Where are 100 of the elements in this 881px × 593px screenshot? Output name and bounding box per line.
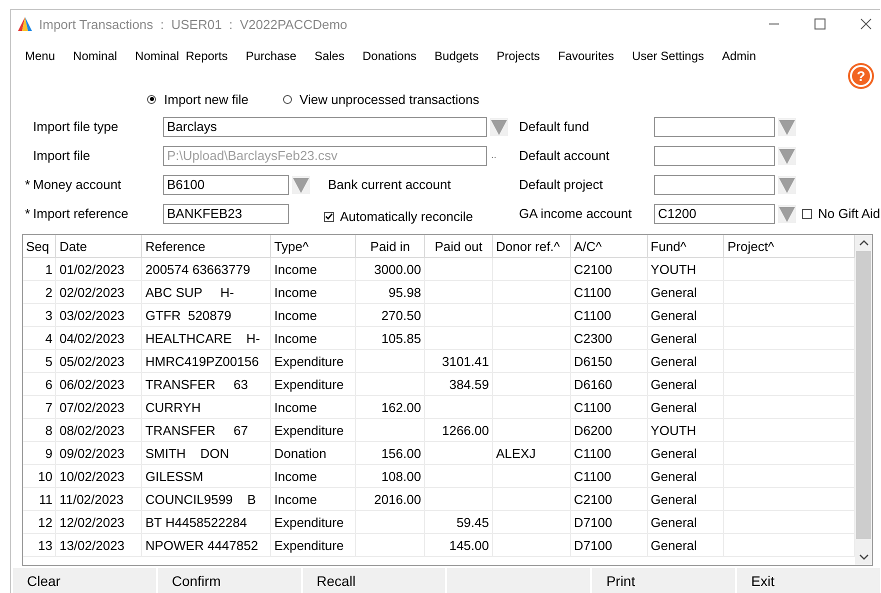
table-cell: 12 (38, 514, 52, 530)
table-cell: HEALTHCARE H- (145, 330, 260, 346)
dropdown-arrow-icon[interactable] (778, 118, 796, 136)
menu-item[interactable]: Nominal Reports (135, 49, 228, 63)
dropdown-field[interactable]: B6100 (163, 174, 289, 194)
action-button[interactable]: Exit (737, 568, 880, 593)
window-title: Import Transactions : USER01 : V2022PACCDemo (39, 16, 348, 32)
table-cell: 1266.00 (442, 422, 489, 438)
menu-item[interactable]: Projects (496, 49, 540, 63)
table-cell: C1100 (574, 400, 612, 414)
menu-item[interactable]: Favourites (558, 49, 614, 63)
action-button[interactable]: Confirm (158, 568, 301, 593)
table-cell: GILESSM (145, 468, 204, 484)
table-cell: 270.50 (381, 308, 422, 322)
table-cell: General (650, 514, 697, 530)
action-button[interactable]: Recall (302, 568, 446, 593)
menu-item[interactable]: User Settings (632, 49, 704, 63)
field-label: Default account (519, 148, 610, 163)
table-cell: Expenditure (274, 538, 344, 552)
table-cell: General (650, 538, 697, 552)
close-icon[interactable] (860, 18, 872, 30)
action-button[interactable]: Clear (13, 568, 156, 593)
table-cell: HMRC419PZ00156 (145, 354, 259, 368)
action-button[interactable]: Print (592, 568, 736, 593)
table-cell: Income (274, 400, 317, 414)
checkmark-icon (325, 212, 333, 221)
table-cell: General (650, 446, 697, 460)
menu-item[interactable]: Donations (362, 49, 417, 63)
menu-item[interactable]: Nominal (73, 49, 118, 63)
table-cell: 59.45 (456, 514, 489, 530)
table-cell: 03/02/2023 (59, 308, 125, 322)
dropdown-field[interactable] (654, 116, 775, 136)
table-cell: C1100 (574, 468, 612, 484)
table-cell: 145.00 (449, 538, 489, 552)
column-header[interactable]: Fund^ (647, 235, 724, 258)
table-cell: C1100 (574, 308, 612, 322)
dropdown-field[interactable] (654, 174, 775, 194)
dropdown-arrow-icon[interactable] (292, 176, 310, 194)
field-label: Import reference (33, 206, 128, 221)
table-cell: 95.98 (388, 284, 422, 300)
column-header[interactable]: Donor ref.^ (492, 235, 570, 258)
field-label: Money account (33, 177, 122, 192)
dropdown-field[interactable]: Barclays (163, 116, 487, 136)
scrollbar[interactable] (855, 235, 872, 565)
table-cell: D6160 (574, 376, 612, 392)
table-cell: Income (274, 330, 317, 346)
table-cell: D7100 (574, 538, 612, 552)
table-cell: General (650, 468, 697, 484)
table-cell: 3000.00 (374, 262, 422, 276)
table-cell: 2016.00 (374, 492, 422, 506)
column-header[interactable]: Date (56, 235, 142, 258)
table-cell: TRANSFER 63 (145, 376, 248, 392)
dropdown-arrow-icon[interactable] (778, 146, 796, 164)
dropdown-arrow-icon[interactable] (778, 176, 796, 194)
scroll-down-icon[interactable] (858, 553, 868, 561)
table-cell: D6200 (574, 422, 612, 438)
menu-item[interactable]: Budgets (434, 49, 479, 63)
column-header[interactable]: Type^ (270, 235, 356, 258)
column-header[interactable]: Seq (23, 235, 56, 258)
menu-item[interactable]: Purchase (246, 49, 296, 63)
table-cell: Expenditure (274, 514, 344, 530)
table-cell: C2300 (574, 330, 612, 346)
dropdown-arrow-icon[interactable] (490, 118, 508, 136)
table-cell: Income (274, 262, 317, 276)
table-cell: ALEXJ (496, 446, 536, 460)
table-cell: 105.85 (381, 330, 422, 346)
table-cell: 7 (45, 400, 52, 414)
radio-option[interactable]: View unprocessed transactions (282, 92, 480, 106)
table-cell: General (650, 330, 697, 346)
text-field[interactable]: BANKFEB23 (163, 204, 289, 224)
checkbox-option[interactable]: Automatically reconcile (324, 209, 473, 224)
table-cell: 09/02/2023 (59, 446, 125, 460)
table-cell: General (650, 492, 697, 506)
radio-option[interactable]: Import new file (147, 92, 249, 106)
column-header[interactable]: Project^ (724, 235, 854, 258)
dropdown-field[interactable]: C1200 (654, 204, 775, 224)
table-cell: COUNCIL9599 B (145, 492, 256, 506)
table-cell: GTFR 520879 (145, 308, 232, 322)
column-header[interactable]: Paid out (424, 235, 492, 258)
column-header[interactable]: A/C^ (570, 235, 648, 258)
dropdown-arrow-icon[interactable] (778, 204, 796, 222)
dropdown-field[interactable] (654, 146, 775, 166)
menu-item[interactable]: Sales (314, 49, 344, 63)
checkbox-option[interactable]: No Gift Aid (802, 206, 880, 221)
menu-item[interactable]: Admin (722, 49, 756, 63)
maximize-icon[interactable] (814, 18, 826, 30)
field-label: Import file type (33, 119, 118, 134)
scroll-up-icon[interactable] (858, 239, 868, 247)
column-header[interactable]: Reference (142, 235, 271, 258)
table-cell: 3 (45, 308, 52, 322)
table-cell: Expenditure (274, 376, 344, 392)
table-cell: 11 (38, 492, 52, 506)
column-header[interactable]: Paid in (356, 235, 425, 258)
table-cell: 06/02/2023 (59, 376, 125, 392)
field-label: Default project (519, 177, 603, 192)
table-cell: 13/02/2023 (59, 538, 125, 552)
table-cell: General (650, 354, 697, 368)
table-cell: BT H4458522284 (145, 514, 248, 530)
menu-item[interactable]: Menu (25, 49, 56, 63)
table-cell: 01/02/2023 (59, 262, 125, 276)
